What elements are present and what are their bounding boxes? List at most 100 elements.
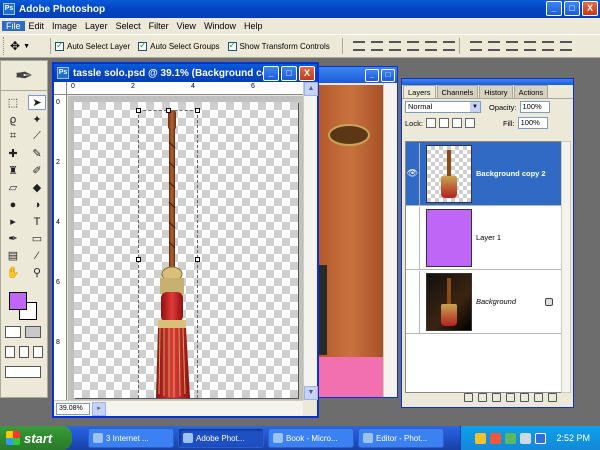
- type-tool-icon[interactable]: T: [28, 214, 46, 229]
- maximize-button[interactable]: □: [281, 66, 297, 81]
- horizontal-scrollbar-track[interactable]: [106, 402, 303, 416]
- document-vertical-scrollbar[interactable]: ▲ ▼: [303, 82, 318, 400]
- distribute-top-icon[interactable]: [469, 41, 482, 51]
- auto-select-layer-checkbox[interactable]: Auto Select Layer: [55, 40, 130, 51]
- dodge-tool-icon[interactable]: ◑: [28, 197, 46, 212]
- feather-logo-icon[interactable]: ✒: [1, 61, 47, 91]
- transform-handle[interactable]: [195, 257, 200, 262]
- align-right-icon[interactable]: [442, 41, 455, 51]
- trash-icon[interactable]: [548, 393, 557, 402]
- path-selection-tool-icon[interactable]: ▸: [4, 214, 22, 229]
- close-button[interactable]: X: [582, 1, 598, 16]
- foreground-color-swatch[interactable]: [9, 292, 27, 310]
- align-center-icon[interactable]: [424, 41, 437, 51]
- tab-actions[interactable]: Actions: [513, 85, 549, 98]
- taskbar-button-photoshop[interactable]: Adobe Phot...: [178, 428, 264, 448]
- taskbar-button-internet[interactable]: 3 Internet ...: [88, 428, 174, 448]
- close-button[interactable]: X: [299, 66, 315, 81]
- align-middle-icon[interactable]: [370, 41, 383, 51]
- layer-name[interactable]: Layer 1: [476, 233, 501, 242]
- layer-row-layer-1[interactable]: Layer 1: [406, 206, 561, 270]
- transparent-canvas[interactable]: [74, 102, 298, 400]
- transform-handle[interactable]: [136, 108, 141, 113]
- status-menu-icon[interactable]: ▸: [92, 401, 106, 416]
- layer-name[interactable]: Background: [476, 297, 516, 306]
- eye-icon[interactable]: 👁: [406, 142, 420, 205]
- tray-icon[interactable]: [535, 432, 547, 444]
- blur-tool-icon[interactable]: ●: [4, 197, 22, 212]
- ruler-top[interactable]: 0 2 4 6: [67, 82, 303, 95]
- menu-layer[interactable]: Layer: [81, 21, 112, 31]
- menu-help[interactable]: Help: [240, 21, 267, 31]
- background-document-title-bar[interactable]: _ □: [317, 67, 397, 83]
- transform-handle[interactable]: [195, 108, 200, 113]
- menu-edit[interactable]: Edit: [25, 21, 49, 31]
- eraser-tool-icon[interactable]: ▱: [4, 180, 22, 195]
- move-tool-icon[interactable]: ➤: [28, 95, 46, 110]
- ruler-origin[interactable]: [54, 82, 67, 95]
- eye-hidden-slot[interactable]: [406, 206, 420, 269]
- transform-handle[interactable]: [136, 257, 141, 262]
- maximize-button[interactable]: □: [381, 68, 395, 82]
- maximize-button[interactable]: □: [564, 1, 580, 16]
- taskbar-button-book[interactable]: Book - Micro...: [268, 428, 354, 448]
- minimize-button[interactable]: _: [365, 68, 379, 82]
- align-left-icon[interactable]: [406, 41, 419, 51]
- tray-icon[interactable]: [475, 432, 487, 444]
- distribute-bottom-icon[interactable]: [505, 41, 518, 51]
- new-group-icon[interactable]: [520, 393, 529, 402]
- tab-layers[interactable]: Layers: [403, 85, 436, 98]
- crop-tool-icon[interactable]: ⌗: [4, 129, 22, 144]
- show-transform-controls-checkbox[interactable]: Show Transform Controls: [227, 40, 330, 51]
- lock-image-icon[interactable]: [438, 118, 449, 128]
- document-window[interactable]: Ps tassle solo.psd @ 39.1% (Background c…: [52, 62, 319, 418]
- slice-tool-icon[interactable]: ⟋: [28, 129, 46, 144]
- menu-window[interactable]: Window: [200, 21, 240, 31]
- layers-scrollbar[interactable]: [561, 141, 571, 393]
- canvas-area[interactable]: [68, 96, 303, 400]
- background-document-scrollbar[interactable]: [383, 83, 397, 397]
- clone-stamp-tool-icon[interactable]: ♜: [4, 163, 22, 178]
- tab-channels[interactable]: Channels: [436, 85, 479, 98]
- ruler-left[interactable]: 0 2 4 6 8: [54, 95, 67, 400]
- scroll-up-icon[interactable]: ▲: [304, 82, 318, 96]
- taskbar-button-editor[interactable]: Editor - Phot...: [358, 428, 444, 448]
- full-screen-mode-icon[interactable]: [33, 346, 43, 358]
- layer-name[interactable]: Background copy 2: [476, 169, 546, 178]
- auto-select-groups-checkbox[interactable]: Auto Select Groups: [138, 40, 220, 51]
- transform-handle[interactable]: [166, 108, 171, 113]
- blend-mode-select[interactable]: Normal ▼: [405, 101, 481, 113]
- history-brush-tool-icon[interactable]: ✐: [28, 163, 46, 178]
- fill-field[interactable]: 100%: [517, 117, 548, 129]
- distribute-middle-icon[interactable]: [487, 41, 500, 51]
- hand-tool-icon[interactable]: ✋: [4, 265, 22, 280]
- tray-icon[interactable]: [520, 432, 532, 444]
- menu-select[interactable]: Select: [112, 21, 145, 31]
- minimize-button[interactable]: _: [263, 66, 279, 81]
- tray-icon[interactable]: [505, 432, 517, 444]
- minimize-button[interactable]: _: [546, 1, 562, 16]
- distribute-left-icon[interactable]: [523, 41, 536, 51]
- lock-position-icon[interactable]: [451, 118, 462, 128]
- layer-style-icon[interactable]: [478, 393, 487, 402]
- magic-wand-tool-icon[interactable]: ✦: [28, 112, 46, 127]
- align-bottom-icon[interactable]: [388, 41, 401, 51]
- transform-bounding-box[interactable]: [136, 108, 200, 400]
- link-layers-icon[interactable]: [464, 393, 473, 402]
- start-button[interactable]: start: [0, 426, 72, 450]
- paint-bucket-tool-icon[interactable]: ◆: [28, 180, 46, 195]
- new-layer-icon[interactable]: [534, 393, 543, 402]
- document-title-bar[interactable]: Ps tassle solo.psd @ 39.1% (Background c…: [54, 64, 317, 82]
- standard-screen-mode-icon[interactable]: [5, 346, 15, 358]
- scroll-down-icon[interactable]: ▼: [304, 386, 318, 400]
- layer-row-background[interactable]: Background: [406, 270, 561, 334]
- eye-hidden-slot[interactable]: [406, 270, 420, 333]
- full-screen-menu-mode-icon[interactable]: [19, 346, 29, 358]
- menu-view[interactable]: View: [173, 21, 200, 31]
- align-top-icon[interactable]: [352, 41, 365, 51]
- layer-row-background-copy-2[interactable]: 👁 Background copy 2: [406, 142, 561, 206]
- shape-tool-icon[interactable]: ▭: [28, 231, 46, 246]
- background-document-window[interactable]: _ □: [316, 66, 398, 398]
- adjustment-layer-icon[interactable]: [506, 393, 515, 402]
- brush-tool-icon[interactable]: ✎: [28, 146, 46, 161]
